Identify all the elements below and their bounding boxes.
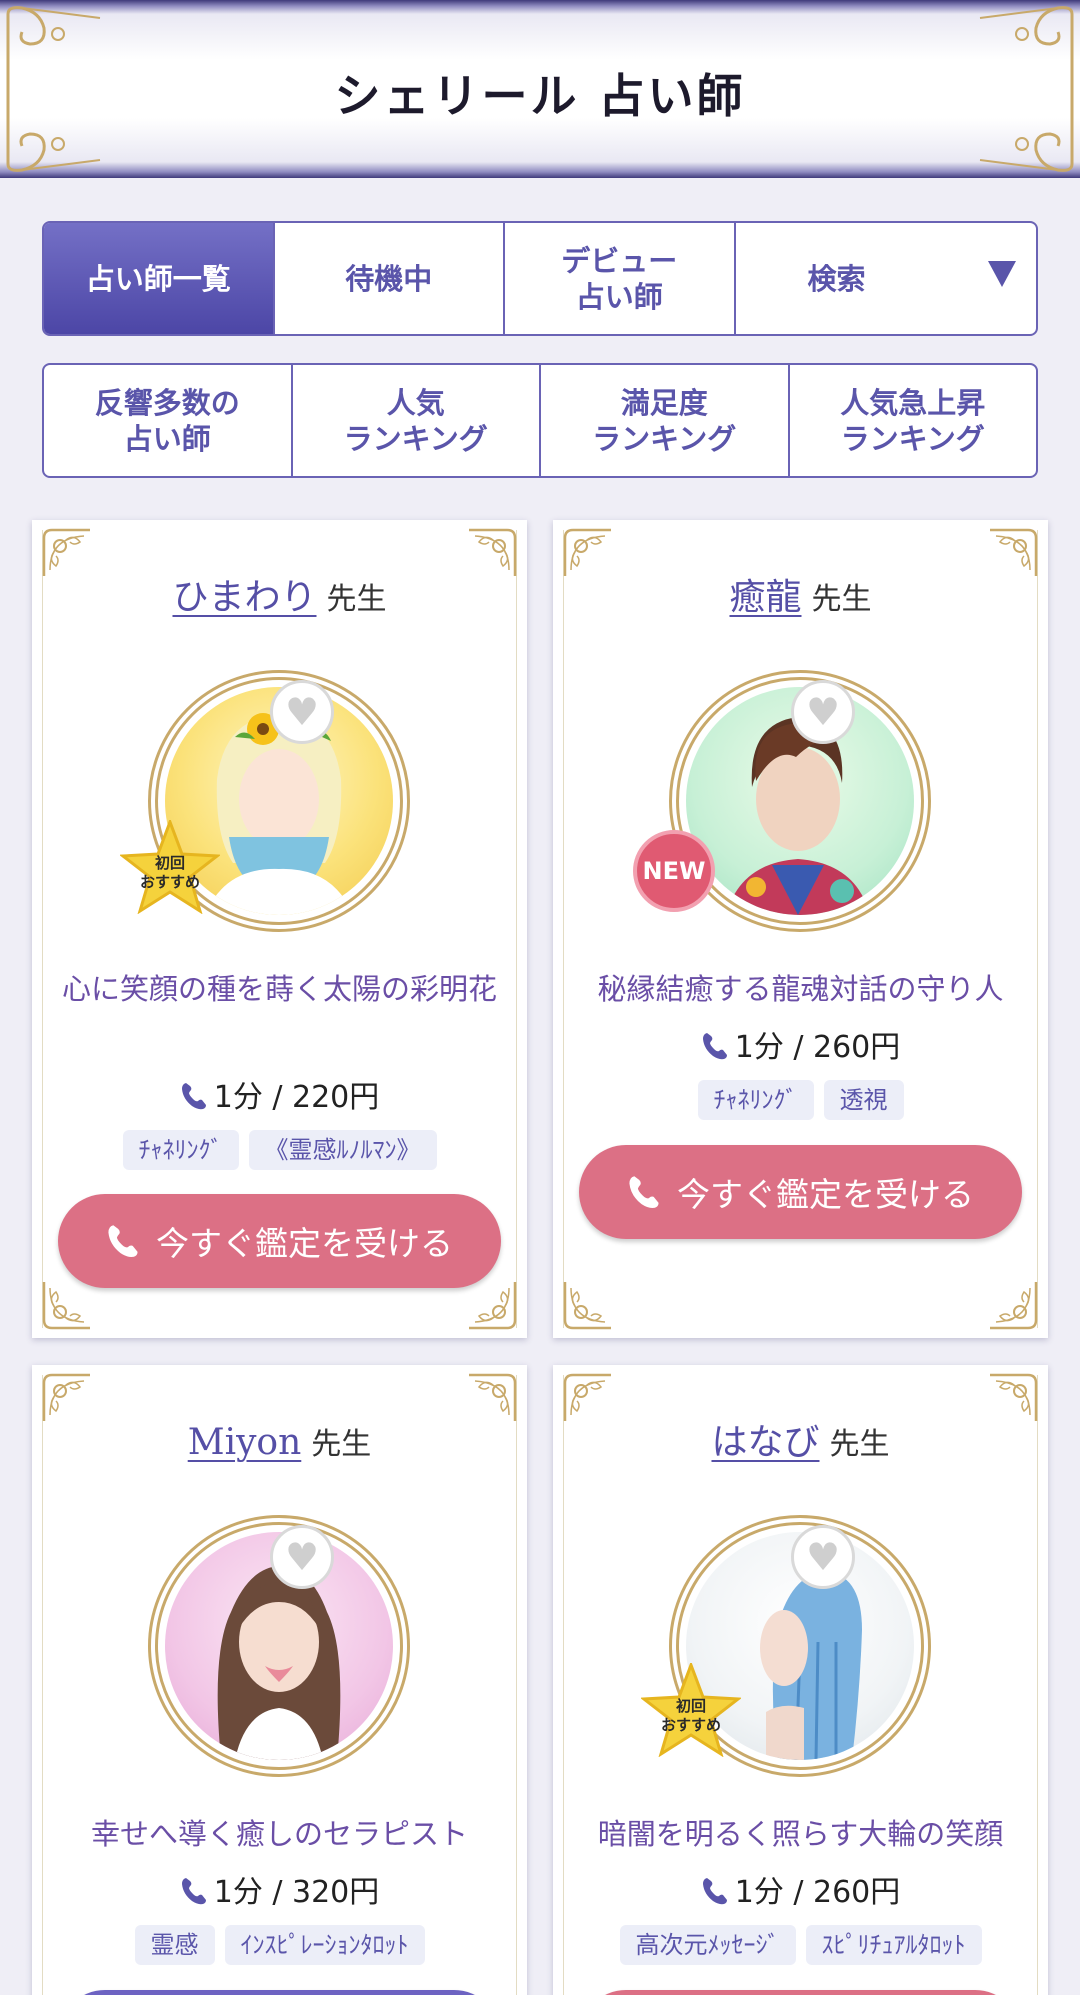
- price-text: 1分 / 320円: [213, 1875, 380, 1910]
- teller-name-line: ひまわり 先生: [32, 578, 527, 620]
- ornament-corner-icon: [40, 526, 94, 580]
- teller-catchphrase: 暗闇を明るく照らす大輪の笑顔: [597, 1817, 1004, 1851]
- first-time-recommend-badge: 初回 おすすめ: [641, 1663, 741, 1757]
- tab-debut[interactable]: デビュー 占い師: [505, 223, 736, 334]
- new-badge: NEW: [633, 830, 715, 912]
- ornament-corner-icon: [465, 526, 519, 580]
- teller-catchphrase: 秘縁結癒する龍魂対話の守り人: [597, 972, 1004, 1006]
- tag: 高次元ﾒｯｾｰｼﾞ: [619, 1925, 796, 1965]
- price-line: 1分 / 220円: [32, 1078, 527, 1118]
- ornament-corner-icon: [986, 526, 1040, 580]
- badge-label: 初回 おすすめ: [139, 854, 200, 891]
- price-text: 1分 / 220円: [213, 1080, 380, 1115]
- first-time-recommend-badge: 初回 おすすめ: [120, 820, 220, 914]
- teller-name-link[interactable]: 癒龍: [729, 577, 801, 618]
- tab-search-label: 検索: [807, 261, 866, 296]
- teller-name-line: はなび 先生: [553, 1423, 1048, 1465]
- header-banner: シェリール 占い師: [0, 0, 1080, 178]
- teller-name-link[interactable]: はなび: [711, 1422, 819, 1463]
- price-line: 1分 / 260円: [553, 1028, 1048, 1068]
- call-now-button[interactable]: [58, 1990, 501, 1995]
- favorite-heart-icon[interactable]: ♥: [270, 1525, 334, 1589]
- favorite-heart-icon[interactable]: ♥: [791, 680, 855, 744]
- tab-rising-ranking[interactable]: 人気急上昇 ランキング: [790, 365, 1037, 476]
- teller-name-link[interactable]: ひまわり: [172, 577, 316, 618]
- teller-catchphrase: 幸せへ導く癒しのセラピスト: [90, 1817, 468, 1851]
- teller-name-link[interactable]: Miyon: [188, 1422, 302, 1463]
- ornament-corner-icon: [465, 1278, 519, 1332]
- tag: ｲﾝｽﾋﾟﾚｰｼｮﾝﾀﾛｯﾄ: [224, 1925, 425, 1965]
- sensei-label: 先生: [311, 1427, 372, 1462]
- fortune-teller-card[interactable]: はなび 先生 ♥ 初回 おすすめ 暗闇を明るく照らす大輪の笑顔 1分 / 260円…: [553, 1365, 1048, 1995]
- phone-icon: [701, 1876, 729, 1906]
- tag: 透視: [823, 1080, 904, 1120]
- tab-popularity-ranking[interactable]: 人気 ランキング: [293, 365, 541, 476]
- teller-catchphrase: 心に笑顔の種を蒔く太陽の彩明花: [61, 972, 497, 1006]
- ornament-corner-icon: [40, 1371, 94, 1425]
- price-text: 1分 / 260円: [734, 1875, 901, 1910]
- tag: ｽﾋﾟﾘﾁｭｱﾙﾀﾛｯﾄ: [805, 1925, 982, 1965]
- nav-tabs-ranking: 反響多数の 占い師 人気 ランキング 満足度 ランキング 人気急上昇 ランキング: [42, 363, 1038, 478]
- tag-list: ﾁｬﾈﾘﾝｸﾞ 《霊感ﾙﾉﾙﾏﾝ》: [52, 1130, 507, 1170]
- sensei-label: 先生: [829, 1427, 890, 1462]
- tag-list: 霊感 ｲﾝｽﾋﾟﾚｰｼｮﾝﾀﾛｯﾄ: [52, 1925, 507, 1965]
- price-line: 1分 / 260円: [553, 1873, 1048, 1913]
- nav-tabs-primary: 占い師一覧 待機中 デビュー 占い師 検索: [42, 221, 1038, 336]
- ornament-corner-icon: [986, 1371, 1040, 1425]
- call-now-button[interactable]: 今すぐ鑑定を受ける: [58, 1194, 501, 1288]
- call-now-label: 今すぐ鑑定を受ける: [677, 1175, 974, 1214]
- favorite-heart-icon[interactable]: ♥: [270, 680, 334, 744]
- tab-search[interactable]: 検索: [736, 223, 1037, 334]
- price-line: 1分 / 320円: [32, 1873, 527, 1913]
- ornament-corner-icon: [561, 1278, 615, 1332]
- sensei-label: 先生: [811, 582, 872, 617]
- ornament-corner-icon: [561, 526, 615, 580]
- phone-icon: [180, 1876, 208, 1906]
- teller-name-line: 癒龍 先生: [553, 578, 1048, 620]
- phone-icon: [106, 1222, 140, 1260]
- badge-label: 初回 おすすめ: [660, 1697, 721, 1734]
- teller-name-line: Miyon 先生: [32, 1423, 527, 1465]
- fortune-teller-card[interactable]: Miyon 先生 ♥ 幸せへ導く癒しのセラピスト 1分 / 320円 霊感 ｲﾝｽ…: [32, 1365, 527, 1995]
- call-now-button[interactable]: 今すぐ鑑定を受ける: [579, 1145, 1022, 1239]
- phone-icon: [701, 1031, 729, 1061]
- tab-waiting[interactable]: 待機中: [275, 223, 505, 334]
- fortune-teller-card[interactable]: 癒龍 先生 ♥ NEW 秘縁結癒する龍魂対話の守り人 1分 / 260円 ﾁｬﾈﾘ…: [553, 520, 1048, 1338]
- tag: ﾁｬﾈﾘﾝｸﾞ: [697, 1080, 814, 1120]
- price-text: 1分 / 260円: [734, 1030, 901, 1065]
- phone-icon: [180, 1081, 208, 1111]
- ornament-corner-icon: [561, 1371, 615, 1425]
- call-now-label: 今すぐ鑑定を受ける: [156, 1224, 453, 1263]
- favorite-heart-icon[interactable]: ♥: [791, 1525, 855, 1589]
- caret-down-icon: [988, 261, 1016, 287]
- page-title: シェリール 占い師: [334, 69, 746, 123]
- ornament-corner-icon: [465, 1371, 519, 1425]
- tag-list: ﾁｬﾈﾘﾝｸﾞ 透視: [573, 1080, 1028, 1120]
- tab-popular-response[interactable]: 反響多数の 占い師: [44, 365, 293, 476]
- tab-satisfaction-ranking[interactable]: 満足度 ランキング: [541, 365, 790, 476]
- phone-icon: [627, 1173, 661, 1211]
- tag: 《霊感ﾙﾉﾙﾏﾝ》: [248, 1130, 437, 1170]
- ornament-corner-icon: [986, 1278, 1040, 1332]
- sensei-label: 先生: [326, 582, 387, 617]
- tag-list: 高次元ﾒｯｾｰｼﾞ ｽﾋﾟﾘﾁｭｱﾙﾀﾛｯﾄ: [573, 1925, 1028, 1965]
- fortune-teller-card[interactable]: ひまわり 先生 ♥ 初回 おすすめ 心に笑顔の種を蒔く太陽の彩明花 1分 / 22…: [32, 520, 527, 1338]
- tag: 霊感: [134, 1925, 215, 1965]
- tag: ﾁｬﾈﾘﾝｸﾞ: [122, 1130, 239, 1170]
- tab-fortune-teller-list[interactable]: 占い師一覧: [44, 223, 275, 334]
- call-now-button[interactable]: [579, 1990, 1022, 1995]
- ornament-corner-icon: [40, 1278, 94, 1332]
